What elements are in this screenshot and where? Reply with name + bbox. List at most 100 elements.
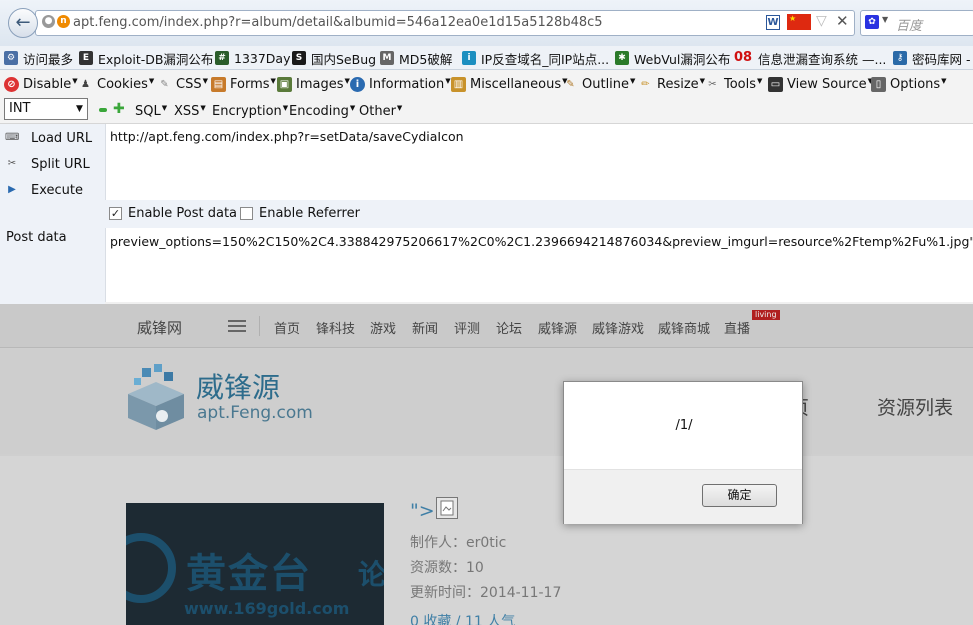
menu-encoding[interactable]: Encoding ▼ [289, 102, 355, 120]
hackbar-actions: ⌨ Load URL ✂ Split URL ▶ Execute [0, 124, 105, 304]
menu-xss[interactable]: XSS ▼ [174, 102, 206, 120]
miscellaneous-icon: ▥ [451, 76, 466, 92]
url-textarea-value[interactable]: http://apt.feng.com/index.php?r=setData/… [110, 129, 464, 144]
split-url-icon: ✂ [7, 158, 17, 169]
load-url-icon: ⌨ [5, 132, 20, 143]
menu-miscellaneous[interactable]: ▥ Miscellaneous ▼ [451, 75, 568, 93]
bookmark-1337day[interactable]: #1337Day [215, 50, 291, 66]
album-updated: 更新时间：2014-11-17 [410, 585, 562, 601]
decrement-icon[interactable] [99, 108, 107, 112]
menu-options[interactable]: ▯ Options ▼ [871, 75, 947, 93]
back-button[interactable]: ← [8, 8, 38, 38]
menu-cookies[interactable]: ♟ Cookies ▼ [78, 75, 154, 93]
post-data-label: Post data [6, 230, 67, 245]
hamburger-menu-icon[interactable] [228, 320, 246, 332]
nav-feng-store[interactable]: 威锋商城 [658, 318, 710, 337]
cover-title-extra: 论 [358, 558, 384, 591]
cube-logo-icon [128, 364, 184, 430]
menu-tools[interactable]: ✂ Tools ▼ [705, 75, 762, 93]
nav-home[interactable]: 首页 [274, 318, 300, 337]
webvul-icon: ✱ [615, 51, 629, 65]
tools-icon: ✂ [708, 78, 717, 90]
nav-live[interactable]: 直播 [724, 318, 750, 337]
menu-encryption[interactable]: Encryption ▼ [212, 102, 288, 120]
menu-disable[interactable]: ⊘ Disable ▼ [4, 75, 78, 93]
key-icon: ⚷ [893, 51, 907, 65]
information-icon: i [350, 76, 365, 92]
nav-feng-source[interactable]: 威锋源 [538, 318, 577, 337]
nav-forum[interactable]: 论坛 [496, 318, 522, 337]
md5-icon: M [380, 51, 394, 65]
alert-message: /1/ [675, 418, 693, 433]
bookmark-exploit-db[interactable]: E Exploit-DB漏洞公布 [79, 50, 213, 67]
live-badge: living [752, 310, 780, 320]
bookmark-info-leak[interactable]: 08 信息泄漏查询系统 —... [733, 50, 886, 67]
menu-outline[interactable]: ✎ Outline ▼ [563, 75, 635, 93]
increment-icon[interactable]: ✚ [113, 101, 125, 117]
bookmark-sebug[interactable]: S 国内SeBug [292, 50, 376, 67]
menu-sql[interactable]: SQL ▼ [135, 102, 167, 120]
album-cover-image[interactable]: 黄金台 论 www.169gold.com [126, 503, 384, 625]
exploit-db-icon: E [79, 51, 93, 65]
brand-name[interactable]: 威锋源 [196, 366, 280, 406]
enable-post-checkbox[interactable]: ✓ [109, 207, 122, 220]
enable-referrer-label: Enable Referrer [259, 206, 360, 221]
brand-domain[interactable]: apt.Feng.com [197, 403, 313, 423]
bookmark-webvul[interactable]: ✱ WebVul漏洞公布 [615, 50, 730, 67]
alert-ok-button[interactable]: 确定 [702, 484, 777, 507]
execute-button[interactable]: ▶ Execute [0, 178, 83, 202]
bookmark-most-visited[interactable]: ⚙ 访问最多 [4, 50, 73, 67]
bookmarks-bar: ⚙ 访问最多 E Exploit-DB漏洞公布 #1337Day S 国内SeBug … [0, 46, 973, 70]
album-resource-count: 资源数：10 [410, 560, 484, 576]
outline-icon: ✎ [566, 78, 575, 90]
alert-dialog: /1/ 确定 [563, 381, 803, 524]
gear-icon: ⚙ [4, 51, 18, 65]
nav-news[interactable]: 新闻 [412, 318, 438, 337]
nav-divider [259, 316, 260, 336]
enable-referrer-checkbox[interactable] [240, 207, 253, 220]
menu-view-source[interactable]: ▭View Source▼ [768, 75, 873, 93]
nav-reviews[interactable]: 评测 [454, 318, 480, 337]
disable-icon: ⊘ [4, 76, 19, 92]
url-text[interactable]: apt.feng.com/index.php?r=album/detail&al… [73, 15, 603, 30]
search-engine-dropdown-icon[interactable]: ▼ [882, 15, 888, 24]
cover-url: www.169gold.com [184, 599, 350, 618]
bookmark-ip-lookup[interactable]: i IP反查域名_同IP站点... [462, 50, 609, 67]
options-icon: ▯ [871, 76, 886, 92]
menu-css[interactable]: ✎ CSS ▼ [157, 75, 208, 93]
images-icon: ▣ [277, 76, 292, 92]
split-url-button[interactable]: ✂ Split URL [0, 152, 90, 176]
site-logo[interactable]: 威锋网 [137, 317, 182, 338]
china-flag-icon[interactable]: ★ [787, 14, 811, 30]
word-icon[interactable]: W [766, 15, 780, 30]
chevron-down-icon[interactable]: ▼ [72, 99, 87, 119]
post-data-value[interactable]: preview_options=150%2C150%2C4.3388429752… [110, 234, 973, 249]
sebug-icon: S [292, 51, 306, 65]
search-placeholder: 百度 [896, 19, 923, 34]
1337day-icon: # [215, 51, 229, 65]
menu-resize[interactable]: ✏ Resize ▼ [638, 75, 705, 93]
cover-logo-ring [126, 533, 176, 603]
album-title-injected: "> [410, 500, 435, 522]
menu-images[interactable]: ▣ Images ▼ [277, 75, 350, 93]
web-developer-toolbar: ⊘ Disable ▼ ♟ Cookies ▼ ✎ CSS ▼ ▤ Forms ▼ ▣ Image… [0, 70, 973, 97]
stop-icon[interactable]: ✕ [836, 12, 849, 30]
bookmark-password-lib[interactable]: ⚷ 密码库网 - [893, 50, 970, 67]
baidu-paw-icon[interactable]: ✿ [865, 15, 879, 29]
web-page: 威锋网 首页 锋科技 游戏 新闻 评测 论坛 威锋源 威锋游戏 威锋商城 直播 … [0, 304, 973, 625]
bookmark-star-icon[interactable]: ▽ [816, 13, 827, 29]
broken-image-icon [436, 497, 458, 519]
ip-lookup-icon: i [462, 51, 476, 65]
menu-information[interactable]: i Information ▼ [350, 75, 451, 93]
bookmark-md5[interactable]: M MD5破解 [380, 50, 452, 67]
nav-tech[interactable]: 锋科技 [316, 318, 355, 337]
forms-icon: ▤ [211, 76, 226, 92]
load-url-button[interactable]: ⌨ Load URL [0, 126, 92, 150]
menu-other[interactable]: Other ▼ [359, 102, 402, 120]
nav-feng-games[interactable]: 威锋游戏 [592, 318, 644, 337]
menu-forms[interactable]: ▤ Forms ▼ [211, 75, 276, 93]
css-icon: ✎ [160, 78, 169, 90]
nav-games[interactable]: 游戏 [370, 318, 396, 337]
tab-resource-list[interactable]: 资源列表 [877, 393, 953, 420]
album-author: 制作人：er0tic [410, 535, 507, 551]
